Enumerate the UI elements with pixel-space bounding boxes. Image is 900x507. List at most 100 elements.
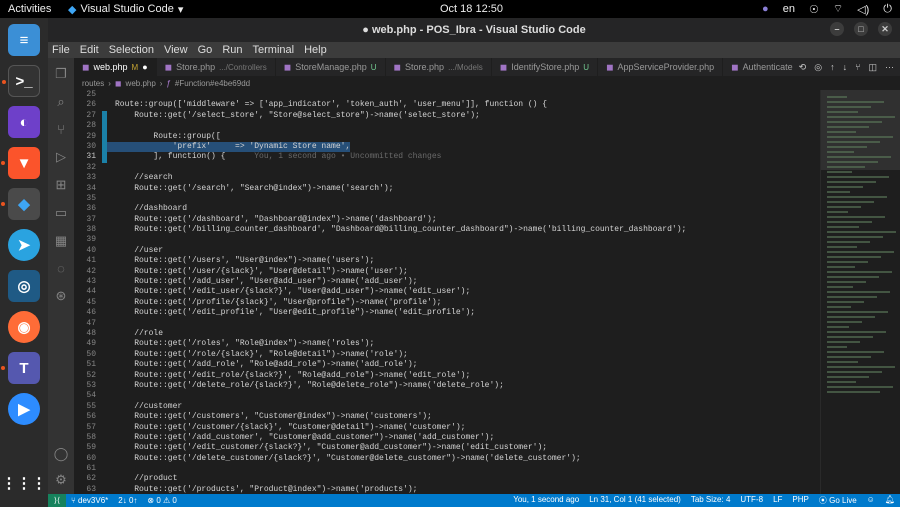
code-line[interactable]: 28: [74, 121, 874, 132]
code-line[interactable]: 31 ], function() { You, 1 second ago • U…: [74, 152, 874, 163]
git-branch[interactable]: ⑂ dev3V6*: [66, 496, 113, 505]
settings-gear-icon[interactable]: ⚙: [51, 472, 71, 488]
vscode-icon[interactable]: ◆: [1, 188, 40, 220]
postman-icon[interactable]: ◉: [8, 311, 40, 343]
code-line[interactable]: 62 //product: [74, 474, 874, 484]
code-line[interactable]: 40 //user: [74, 246, 874, 256]
code-line[interactable]: 58 Route::get('/add_customer', "Customer…: [74, 433, 874, 443]
menu-help[interactable]: Help: [304, 44, 327, 56]
database-icon[interactable]: ◌: [51, 261, 71, 276]
menu-terminal[interactable]: Terminal: [253, 44, 295, 56]
minimize-button[interactable]: –: [830, 22, 844, 36]
extensions-icon[interactable]: ⊞: [51, 177, 71, 193]
close-button[interactable]: ✕: [878, 22, 892, 36]
code-line[interactable]: 63 Route::get('/products', "Product@inde…: [74, 485, 874, 494]
unsaved-dot-icon[interactable]: ●: [142, 62, 147, 72]
timeline-icon[interactable]: ⟲: [799, 62, 807, 73]
code-line[interactable]: 61: [74, 464, 874, 474]
code-line[interactable]: 45 Route::get('/profile/{slack}', "User@…: [74, 298, 874, 308]
go-live-button[interactable]: ⦿ Go Live: [814, 495, 862, 506]
code-line[interactable]: 51 Route::get('/add_role', "Role@add_rol…: [74, 360, 874, 370]
account-icon[interactable]: ◯: [51, 446, 71, 462]
breadcrumb-file[interactable]: web.php: [126, 79, 156, 88]
remote-icon[interactable]: ⟩⟨: [48, 494, 66, 507]
menu-edit[interactable]: Edit: [80, 44, 99, 56]
tab-appserviceprovider[interactable]: ◼ AppServiceProvider.php: [598, 58, 724, 76]
eol[interactable]: LF: [768, 495, 787, 506]
code-editor[interactable]: 25 26 Route::group(['middleware' => ['app_…: [74, 90, 874, 494]
github-desktop-icon[interactable]: ◐: [8, 106, 40, 138]
code-line[interactable]: 30 'prefix' => 'Dynamic Store name',: [74, 141, 874, 153]
clock[interactable]: Oct 18 12:50: [440, 3, 503, 15]
mysql-workbench-icon[interactable]: ◎: [8, 270, 40, 302]
code-line[interactable]: 48 //role: [74, 329, 874, 339]
code-line[interactable]: 60 Route::get('/delete_customer/{slack?}…: [74, 454, 874, 464]
code-line[interactable]: 47: [74, 319, 874, 329]
code-line[interactable]: 59 Route::get('/edit_customer/{slack?}',…: [74, 443, 874, 453]
language-indicator[interactable]: en: [783, 3, 795, 15]
code-line[interactable]: 38 Route::get('/billing_counter_dashboar…: [74, 225, 874, 235]
code-line[interactable]: 56 Route::get('/customers', "Customer@in…: [74, 412, 874, 422]
git-graph-icon[interactable]: ⊛: [51, 288, 71, 304]
next-change-icon[interactable]: ↓: [843, 62, 848, 72]
feedback-icon[interactable]: ☺: [862, 495, 880, 506]
cursor-position[interactable]: Ln 31, Col 1 (41 selected): [584, 495, 686, 506]
zoom-icon[interactable]: ▶: [8, 393, 40, 425]
menu-run[interactable]: Run: [222, 44, 242, 56]
more-actions-icon[interactable]: ···: [885, 62, 894, 72]
brave-browser-icon[interactable]: ▼: [1, 147, 40, 179]
tab-storemanage[interactable]: ◼ StoreManage.php U: [276, 58, 386, 76]
tab-store-controller[interactable]: ◼ Store.php .../Controllers: [157, 58, 276, 76]
git-icon[interactable]: ⑂: [855, 62, 860, 72]
code-line[interactable]: 39: [74, 235, 874, 245]
menu-file[interactable]: File: [52, 44, 70, 56]
code-line[interactable]: 41 Route::get('/users', "User@index")->n…: [74, 256, 874, 266]
code-line[interactable]: 36 //dashboard: [74, 204, 874, 214]
menu-selection[interactable]: Selection: [109, 44, 154, 56]
search-icon[interactable]: ⌕: [51, 94, 71, 110]
terminal-icon[interactable]: >_: [2, 65, 40, 97]
text-editor-icon[interactable]: ≡: [8, 24, 40, 56]
encoding[interactable]: UTF-8: [735, 495, 768, 506]
extension-icon[interactable]: ●: [762, 3, 769, 15]
code-line[interactable]: 32: [74, 163, 874, 173]
code-line[interactable]: 54: [74, 391, 874, 401]
notifications-icon[interactable]: 🔔︎: [880, 495, 900, 506]
git-sync[interactable]: 2↓ 0↑: [113, 496, 142, 505]
activities-button[interactable]: Activities: [0, 3, 66, 15]
docker-icon[interactable]: ▦: [51, 233, 71, 249]
code-line[interactable]: 43 Route::get('/add_user', "User@add_use…: [74, 277, 874, 287]
tab-identifystore[interactable]: ◼ IdentifyStore.php U: [492, 58, 599, 76]
system-tray[interactable]: ● en ☉ ⌔ ◁) ⏻: [762, 2, 892, 16]
run-debug-icon[interactable]: ▷: [51, 149, 71, 165]
compare-icon[interactable]: ◎: [814, 62, 822, 73]
app-menu[interactable]: ◆ Visual Studio Code ▾: [68, 3, 183, 16]
code-line[interactable]: 35: [74, 194, 874, 204]
code-line[interactable]: 25: [74, 90, 874, 100]
volume-icon[interactable]: ◁): [857, 3, 869, 16]
code-line[interactable]: 57 Route::get('/customer/{slack}', "Cust…: [74, 423, 874, 433]
maximize-button[interactable]: □: [854, 22, 868, 36]
tab-web-php[interactable]: ◼ web.php M ●: [74, 58, 157, 76]
code-line[interactable]: 29 Route::group([: [74, 131, 874, 142]
network-icon[interactable]: ⌔: [833, 2, 843, 16]
code-line[interactable]: 46 Route::get('/edit_profile', "User@edi…: [74, 308, 874, 318]
accessibility-icon[interactable]: ☉: [809, 3, 819, 16]
explorer-icon[interactable]: ❐: [51, 66, 71, 82]
code-line[interactable]: 53 Route::get('/delete_role/{slack?}', "…: [74, 381, 874, 391]
breadcrumb-folder[interactable]: routes: [82, 79, 104, 88]
language-mode[interactable]: PHP: [787, 495, 813, 506]
code-line[interactable]: 49 Route::get('/roles', "Role@index")->n…: [74, 339, 874, 349]
telegram-icon[interactable]: ➤: [8, 229, 40, 261]
code-line[interactable]: 55 //customer: [74, 402, 874, 412]
source-control-icon[interactable]: ⑂: [51, 122, 71, 137]
code-line[interactable]: 42 Route::get('/user/{slack}', "User@det…: [74, 267, 874, 277]
show-applications-icon[interactable]: ⋮⋮⋮: [2, 467, 47, 499]
code-line[interactable]: 52 Route::get('/edit_role/{slack?}', "Ro…: [74, 371, 874, 381]
remote-explorer-icon[interactable]: ▭: [51, 205, 71, 221]
menu-view[interactable]: View: [164, 44, 188, 56]
problems-count[interactable]: ⊗ 0 ⚠ 0: [142, 496, 181, 505]
code-line[interactable]: 27 Route::get('/select_store', "Store@se…: [74, 110, 874, 122]
breadcrumb-symbol[interactable]: #Function#e4be69dd: [175, 79, 250, 88]
tab-size[interactable]: Tab Size: 4: [686, 495, 736, 506]
